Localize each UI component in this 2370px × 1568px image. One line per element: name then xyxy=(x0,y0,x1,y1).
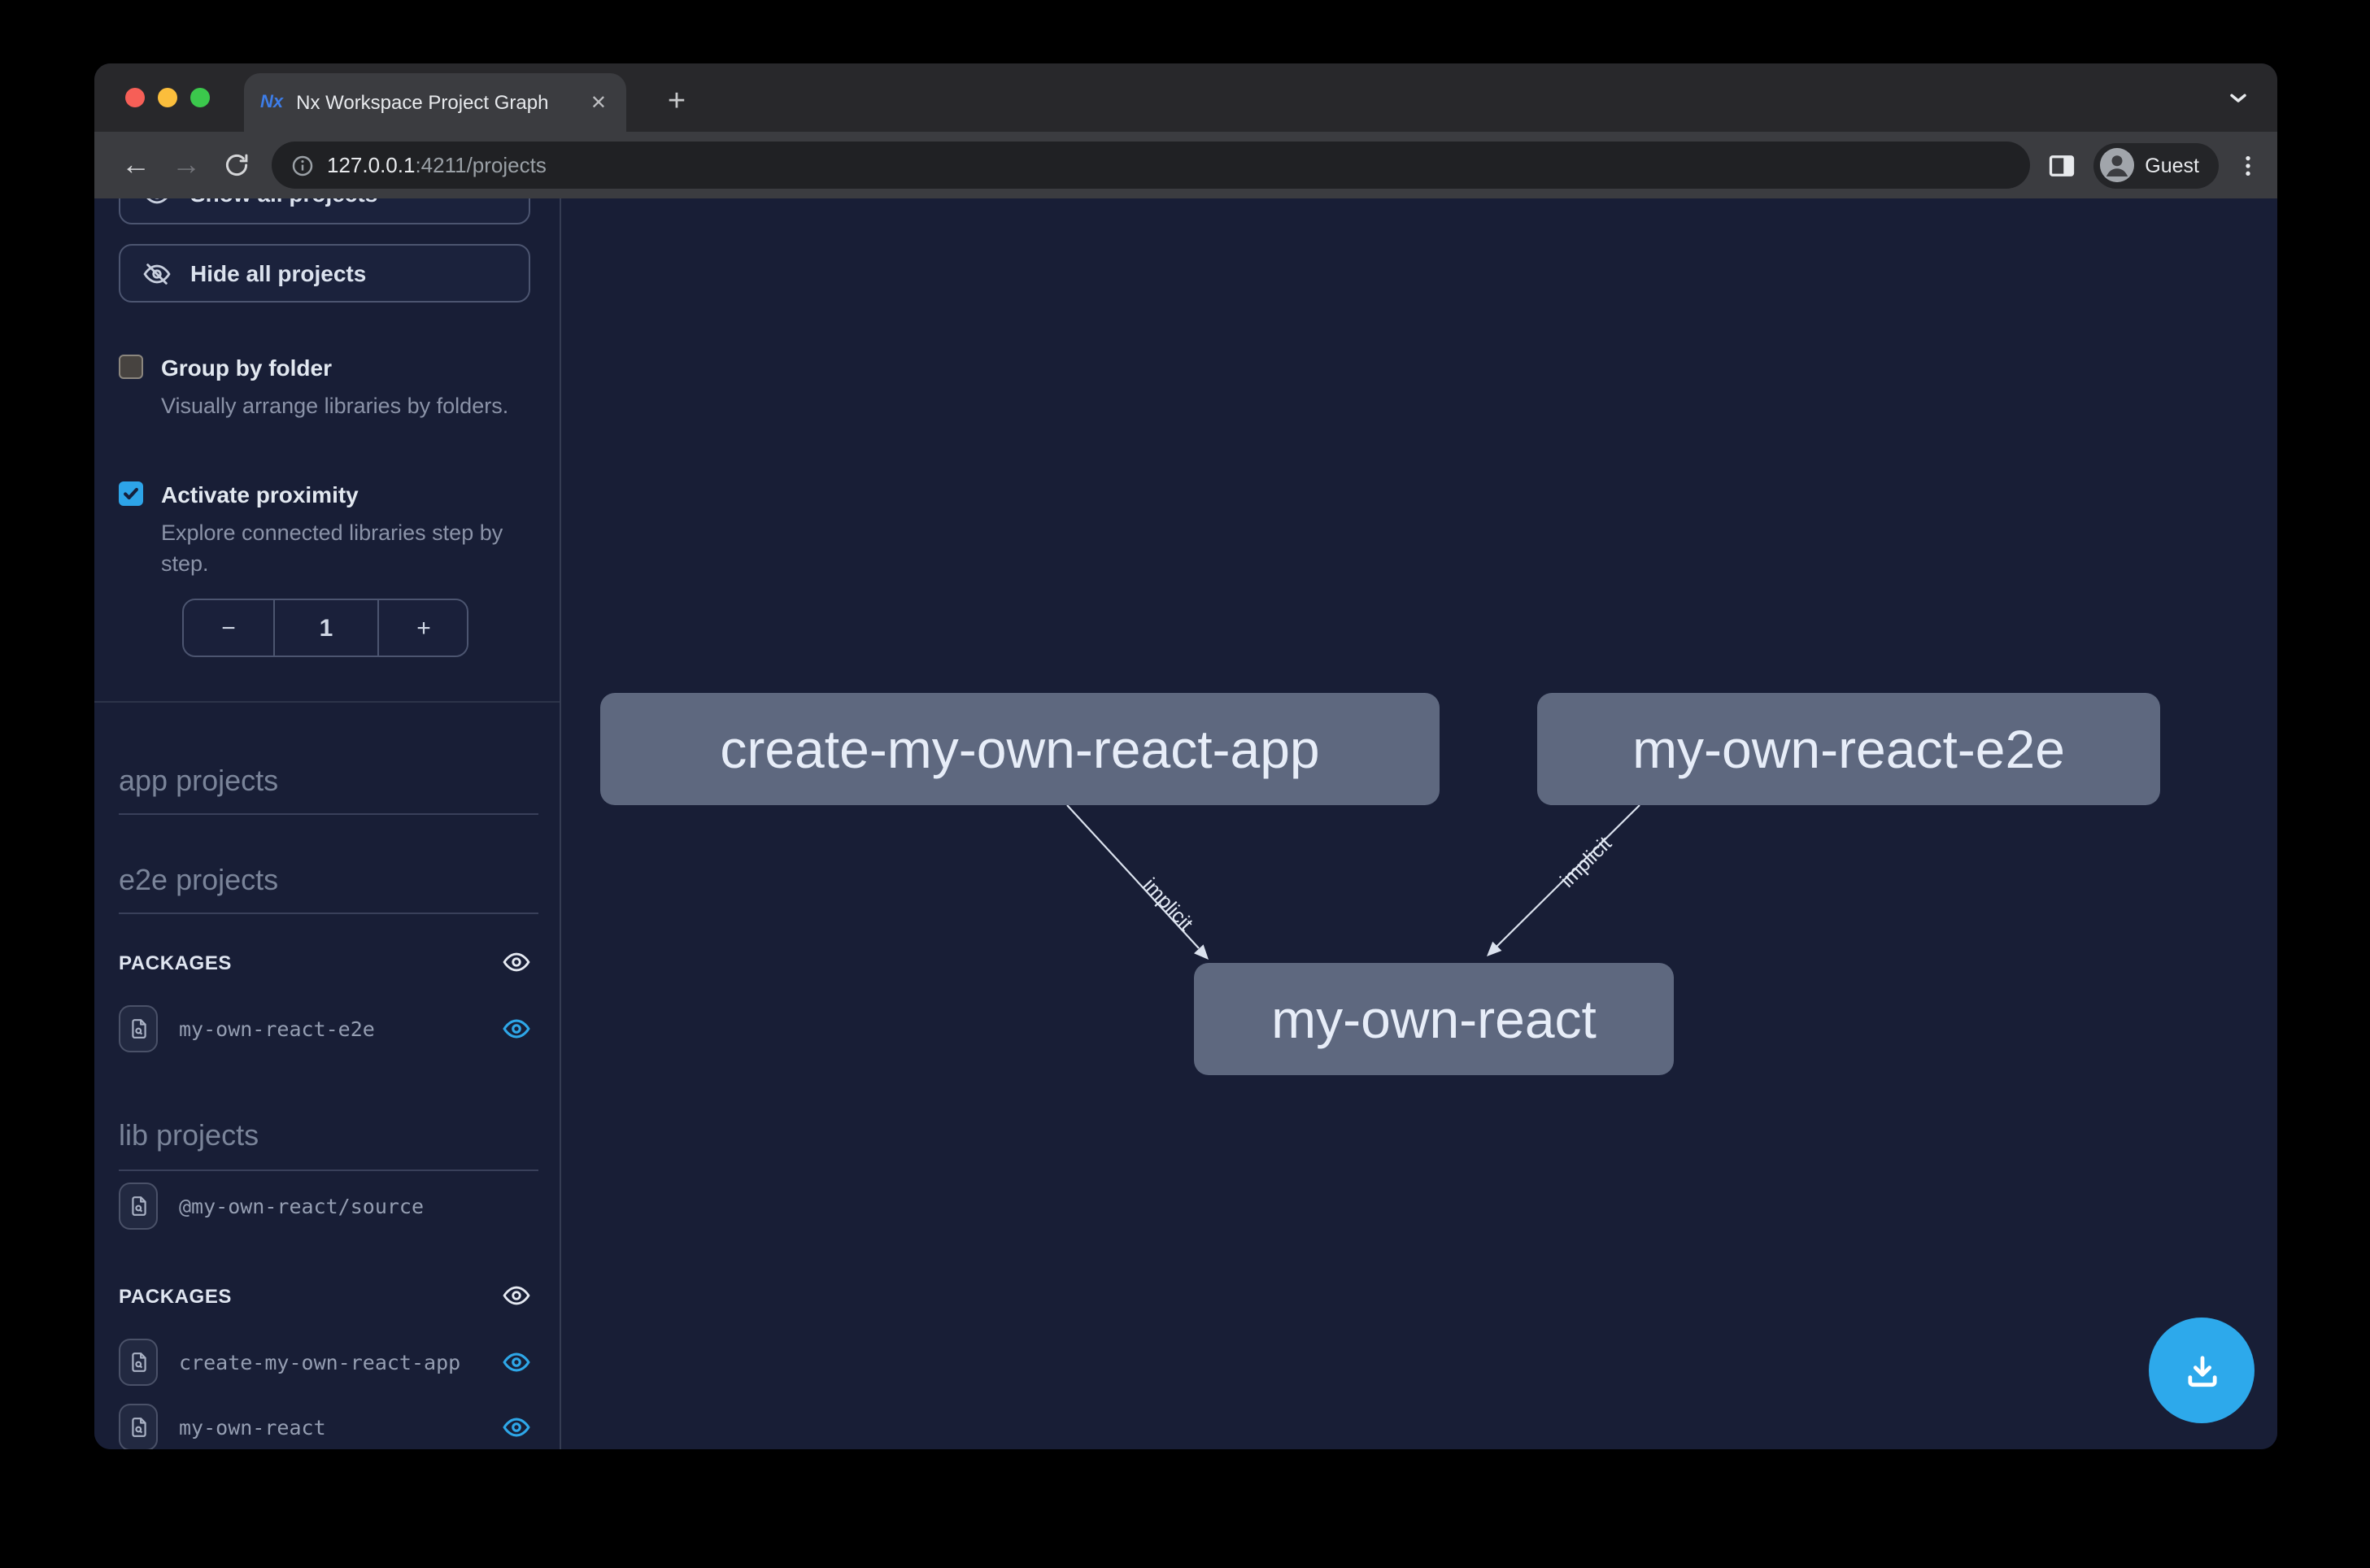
eye-icon xyxy=(143,198,171,207)
activate-proximity-checkbox[interactable] xyxy=(119,481,143,506)
check-icon xyxy=(122,485,140,503)
tab-close-icon[interactable]: ✕ xyxy=(587,89,610,115)
project-visibility-icon[interactable] xyxy=(503,1015,530,1043)
info-icon[interactable] xyxy=(291,154,314,176)
app-projects-header: app projects xyxy=(119,764,538,815)
close-window-button[interactable] xyxy=(125,88,145,107)
hide-all-projects-label: Hide all projects xyxy=(190,260,366,286)
graph-node-my-own-react-e2e[interactable]: my-own-react-e2e xyxy=(1537,693,2160,805)
project-row-my-own-react[interactable]: my-own-react xyxy=(119,1404,530,1449)
url-text: 127.0.0.1:4211/projects xyxy=(327,153,547,177)
project-visibility-icon[interactable] xyxy=(503,1413,530,1441)
tab-search-chevron-icon[interactable] xyxy=(2225,85,2251,111)
new-tab-button[interactable]: + xyxy=(654,80,699,125)
project-name: my-own-react xyxy=(179,1415,481,1440)
browser-toolbar: ← → 127.0.0.1:4211/projects xyxy=(94,132,2277,198)
eye-off-icon xyxy=(143,259,171,287)
toggle-all-visibility-icon[interactable] xyxy=(503,1282,530,1309)
browser-window: Nx Nx Workspace Project Graph ✕ + ← → xyxy=(94,63,2277,1449)
group-by-folder-label[interactable]: Group by folder xyxy=(161,351,332,384)
project-row-my-own-react-source[interactable]: @my-own-react/source xyxy=(119,1183,530,1230)
screenshot-stage: Nx Nx Workspace Project Graph ✕ + ← → xyxy=(0,0,2370,1568)
url-bar[interactable]: 127.0.0.1:4211/projects xyxy=(272,142,2029,189)
project-details-icon[interactable] xyxy=(119,1339,158,1386)
packages-label: PACKAGES xyxy=(119,1284,232,1307)
browser-tab[interactable]: Nx Nx Workspace Project Graph ✕ xyxy=(244,73,626,132)
sidebar: Show all projects Hide all projects Grou… xyxy=(94,198,561,1449)
sidebar-divider xyxy=(94,701,561,703)
project-name: create-my-own-react-app xyxy=(179,1350,481,1374)
browser-menu-icon[interactable] xyxy=(2235,150,2261,180)
download-icon xyxy=(2180,1349,2223,1392)
project-row-my-own-react-e2e[interactable]: my-own-react-e2e xyxy=(119,1005,530,1052)
profile-button[interactable]: Guest xyxy=(2093,142,2219,188)
toggle-all-visibility-icon[interactable] xyxy=(503,948,530,976)
node-label: my-own-react-e2e xyxy=(1632,718,2065,780)
back-button[interactable]: ← xyxy=(111,140,161,190)
show-all-projects-button[interactable]: Show all projects xyxy=(119,198,530,224)
graph-node-create-my-own-react-app[interactable]: create-my-own-react-app xyxy=(600,693,1440,805)
edge-label: implicit xyxy=(1556,832,1616,892)
project-row-create-my-own-react-app[interactable]: create-my-own-react-app xyxy=(119,1339,530,1386)
profile-label: Guest xyxy=(2145,154,2199,176)
edge-my-own-react-e2e-to-my-own-react: implicit xyxy=(1487,805,1640,956)
project-details-icon[interactable] xyxy=(119,1183,158,1230)
download-graph-button[interactable] xyxy=(2149,1318,2255,1423)
nx-graph-page: Show all projects Hide all projects Grou… xyxy=(94,198,2277,1449)
url-host: 127.0.0.1 xyxy=(327,153,415,177)
option-group-by-folder: Group by folder Visually arrange librari… xyxy=(119,351,525,421)
packages-header-e2e: PACKAGES xyxy=(119,948,530,976)
option-activate-proximity: Activate proximity Explore connected lib… xyxy=(119,478,525,579)
nx-favicon-icon: Nx xyxy=(260,93,283,112)
packages-header-lib: PACKAGES xyxy=(119,1282,530,1309)
edge-label: implicit xyxy=(1139,873,1197,934)
avatar xyxy=(2099,148,2133,182)
maximize-window-button[interactable] xyxy=(190,88,210,107)
project-details-icon[interactable] xyxy=(119,1404,158,1449)
project-details-icon[interactable] xyxy=(119,1005,158,1052)
group-by-folder-checkbox[interactable] xyxy=(119,355,143,379)
lib-projects-header: lib projects xyxy=(119,1119,538,1171)
project-visibility-icon[interactable] xyxy=(503,1348,530,1376)
proximity-value: 1 xyxy=(273,600,379,656)
project-name: @my-own-react/source xyxy=(179,1194,530,1218)
graph-node-my-own-react[interactable]: my-own-react xyxy=(1194,963,1674,1075)
packages-label: PACKAGES xyxy=(119,951,232,973)
activate-proximity-label[interactable]: Activate proximity xyxy=(161,478,359,511)
activate-proximity-description: Explore connected libraries step by step… xyxy=(161,517,525,579)
hide-all-projects-button[interactable]: Hide all projects xyxy=(119,244,530,303)
node-label: my-own-react xyxy=(1271,988,1597,1050)
node-label: create-my-own-react-app xyxy=(720,718,1319,780)
e2e-projects-header: e2e projects xyxy=(119,864,538,914)
show-all-projects-label: Show all projects xyxy=(190,198,377,207)
reload-button[interactable] xyxy=(211,140,262,190)
minimize-window-button[interactable] xyxy=(158,88,177,107)
tab-strip: Nx Nx Workspace Project Graph ✕ + xyxy=(94,63,2277,132)
proximity-decrement-button[interactable]: − xyxy=(184,600,273,656)
forward-button[interactable]: → xyxy=(161,140,211,190)
proximity-increment-button[interactable]: + xyxy=(379,600,468,656)
toolbar-right: Guest xyxy=(2045,142,2261,188)
project-name: my-own-react-e2e xyxy=(179,1017,481,1041)
traffic-lights xyxy=(125,88,210,107)
sidebar-toggle-icon[interactable] xyxy=(2045,150,2076,180)
url-path: :4211/projects xyxy=(415,153,546,177)
tab-title: Nx Workspace Project Graph xyxy=(296,91,574,114)
group-by-folder-description: Visually arrange libraries by folders. xyxy=(161,390,525,421)
edge-create-my-own-react-app-to-my-own-react: implicit xyxy=(1067,805,1209,960)
proximity-stepper: − 1 + xyxy=(182,599,468,657)
